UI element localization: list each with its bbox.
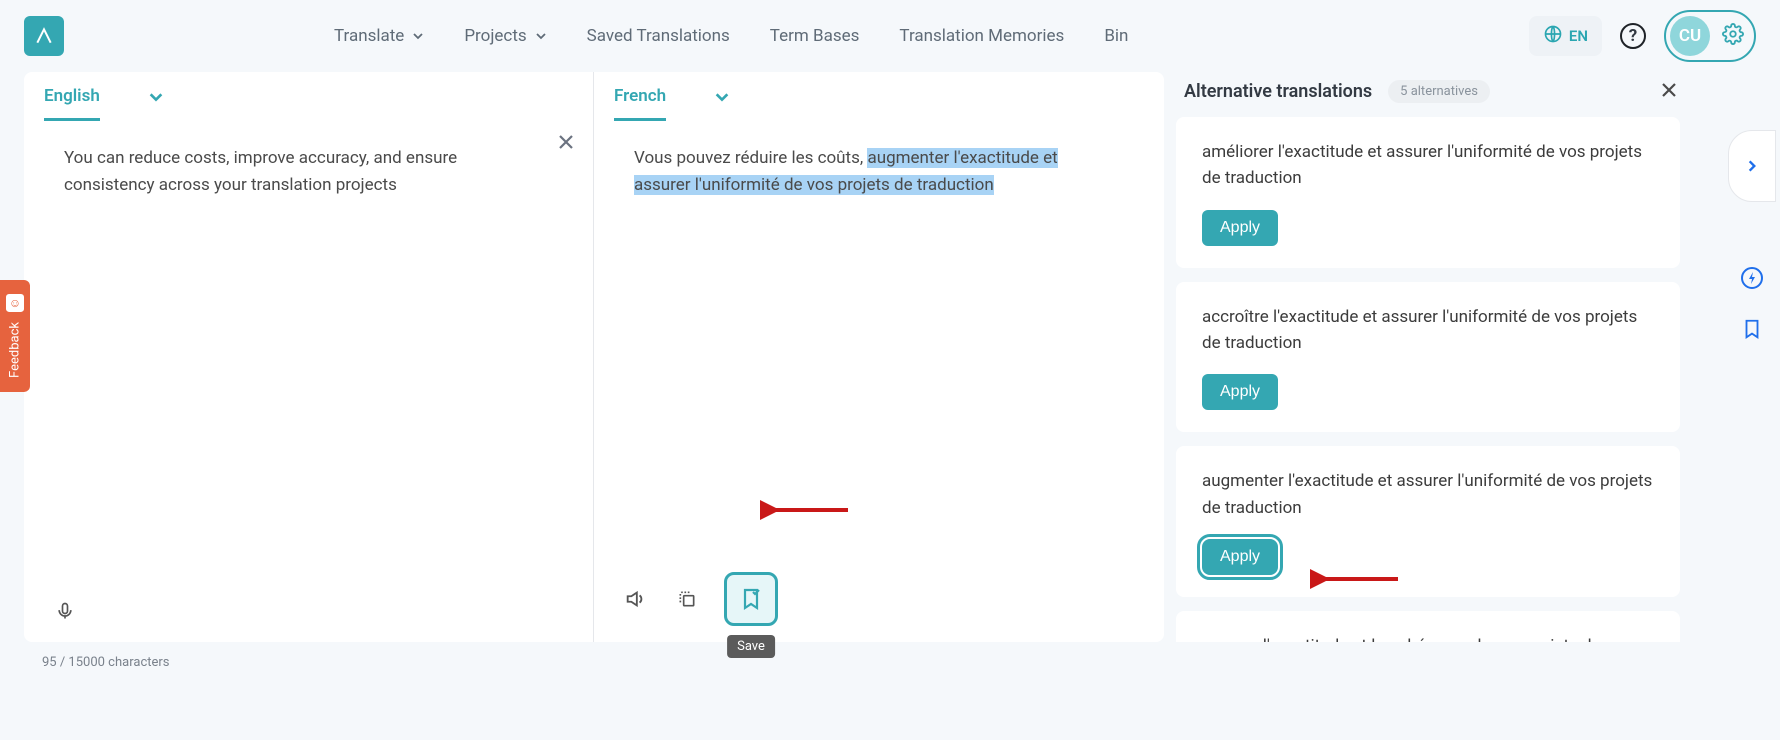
save-tooltip: Save — [727, 635, 775, 658]
alternative-text: augmenter l'exactitude et assurer l'unif… — [1202, 468, 1654, 521]
bolt-icon[interactable] — [1740, 266, 1764, 294]
speaker-icon[interactable] — [620, 584, 650, 614]
globe-icon — [1543, 24, 1563, 48]
nav-label: Saved Translations — [587, 26, 730, 46]
alternative-text: assurer l'exactitude et la cohérence de … — [1202, 633, 1654, 642]
chevron-down-icon — [412, 30, 424, 42]
expand-rail-button[interactable] — [1728, 130, 1776, 202]
app-logo[interactable] — [24, 16, 64, 56]
gear-icon — [1722, 23, 1744, 49]
feedback-label: Feedback — [8, 322, 23, 378]
close-alternatives-button[interactable] — [1660, 81, 1678, 103]
help-icon[interactable]: ? — [1620, 23, 1646, 49]
feedback-tab[interactable]: Feedback ☺ — [0, 280, 30, 392]
save-translation-button[interactable]: Save — [724, 572, 778, 626]
nav-term-bases[interactable]: Term Bases — [770, 26, 860, 46]
alternative-text: accroître l'exactitude et assurer l'unif… — [1202, 304, 1654, 357]
alternatives-panel: Alternative translations 5 alternatives … — [1176, 72, 1686, 642]
avatar: CU — [1670, 16, 1710, 56]
nav-translation-memories[interactable]: Translation Memories — [899, 26, 1064, 46]
clear-source-button[interactable] — [557, 132, 575, 156]
alternative-card: améliorer l'exactitude et assurer l'unif… — [1176, 117, 1680, 268]
alternative-card: augmenter l'exactitude et assurer l'unif… — [1176, 446, 1680, 597]
user-menu[interactable]: CU — [1664, 10, 1756, 62]
target-language-selector[interactable]: French — [614, 86, 666, 121]
nav-label: Translation Memories — [899, 26, 1064, 46]
nav-saved-translations[interactable]: Saved Translations — [587, 26, 730, 46]
chevron-down-icon[interactable] — [714, 89, 730, 119]
microphone-icon[interactable] — [50, 596, 80, 626]
apply-alternative-button[interactable]: Apply — [1202, 539, 1278, 575]
ui-language-code: EN — [1569, 27, 1588, 45]
copy-icon[interactable] — [672, 584, 702, 614]
alternatives-count-badge: 5 alternatives — [1388, 80, 1490, 103]
alternative-card: accroître l'exactitude et assurer l'unif… — [1176, 282, 1680, 433]
chevron-down-icon — [535, 30, 547, 42]
nav-projects[interactable]: Projects — [464, 26, 546, 46]
nav-translate[interactable]: Translate — [334, 26, 424, 46]
alternatives-title: Alternative translations — [1184, 81, 1372, 102]
source-language-selector[interactable]: English — [44, 86, 100, 121]
alternative-card: assurer l'exactitude et la cohérence de … — [1176, 611, 1680, 642]
target-text-prefix: Vous pouvez réduire les coûts, — [634, 148, 867, 168]
smiley-icon: ☺ — [6, 294, 24, 312]
chevron-down-icon[interactable] — [148, 89, 164, 119]
alternative-text: améliorer l'exactitude et assurer l'unif… — [1202, 139, 1654, 192]
nav-label: Term Bases — [770, 26, 860, 46]
source-text: You can reduce costs, improve accuracy, … — [64, 148, 457, 195]
source-panel: English You can reduce costs, improve ac… — [24, 72, 594, 642]
avatar-initials: CU — [1679, 26, 1701, 46]
target-panel: French Vous pouvez réduire les coûts, au… — [594, 72, 1164, 642]
target-text-area[interactable]: Vous pouvez réduire les coûts, augmenter… — [594, 121, 1164, 461]
character-count: 95 / 15000 characters — [42, 655, 170, 670]
ui-language-selector[interactable]: EN — [1529, 16, 1602, 56]
apply-alternative-button[interactable]: Apply — [1202, 210, 1278, 246]
source-text-area[interactable]: You can reduce costs, improve accuracy, … — [24, 121, 593, 461]
nav-label: Translate — [334, 26, 404, 46]
bookmark-icon[interactable] — [1741, 318, 1763, 344]
nav-label: Projects — [464, 26, 526, 46]
nav-bin[interactable]: Bin — [1104, 26, 1128, 46]
nav-label: Bin — [1104, 26, 1128, 46]
apply-alternative-button[interactable]: Apply — [1202, 374, 1278, 410]
